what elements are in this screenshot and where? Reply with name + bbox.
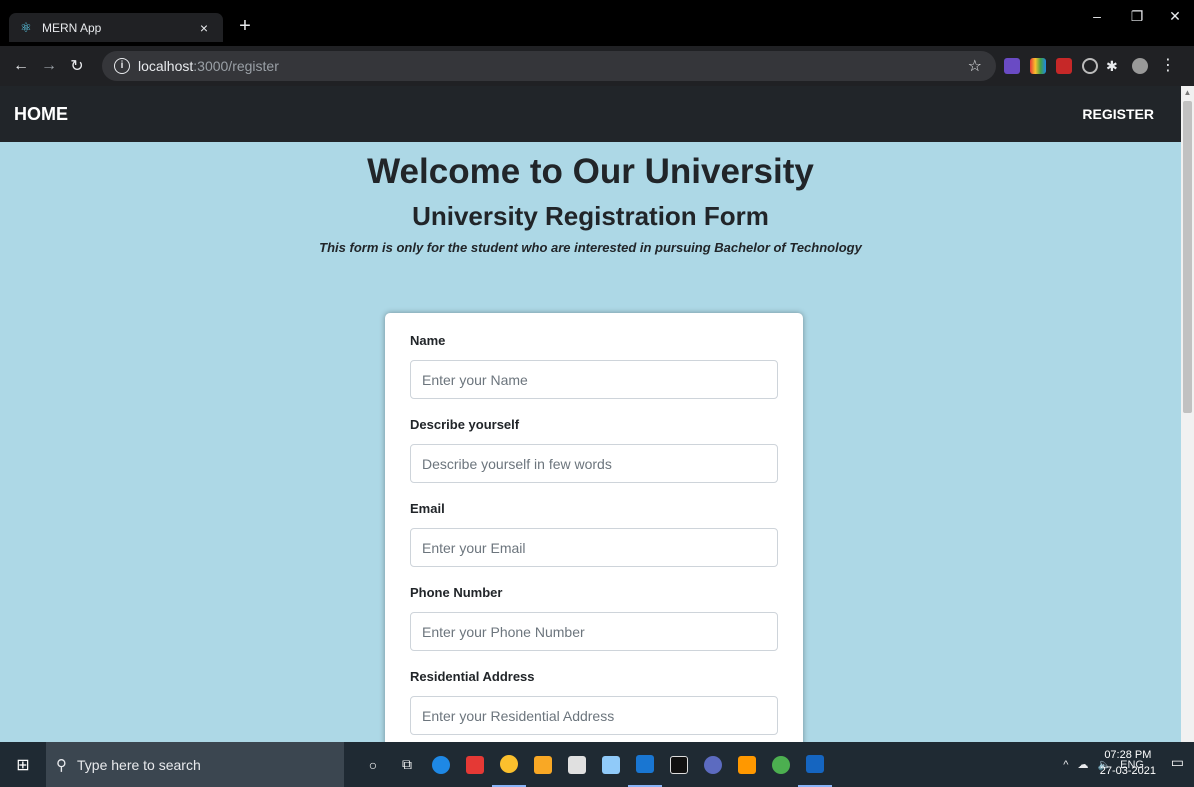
address-label: Residential Address [410,669,535,684]
eclipse-icon[interactable] [696,742,730,787]
address-bar[interactable]: i localhost:3000/register ☆ [102,51,996,81]
network-icon[interactable]: ☁ [1077,758,1088,771]
browser-menu-icon[interactable]: ⋮ [1160,58,1176,74]
tab-close-icon[interactable]: × [195,20,213,36]
site-info-icon[interactable]: i [114,58,130,74]
phone-input[interactable] [410,612,778,651]
office-icon[interactable] [458,742,492,787]
email-label: Email [410,501,445,516]
vscode-icon[interactable] [628,742,662,787]
search-icon: ⚲ [56,756,67,774]
form-subtitle: This form is only for the student who ar… [319,240,862,255]
name-label: Name [410,333,446,348]
close-window-button[interactable]: ✕ [1160,8,1190,25]
page-viewport: HOME REGISTER Welcome to Our University … [0,86,1181,742]
clock-date: 27-03-2021 [1099,765,1156,777]
profile-avatar[interactable] [1132,58,1148,74]
forward-arrow-icon[interactable]: → [38,57,60,75]
new-tab-button[interactable]: + [233,14,257,38]
browser-tabstrip: ⚛ MERN App × + – ❐ ✕ [0,0,1194,46]
back-arrow-icon[interactable]: ← [10,57,32,75]
extension-icon[interactable] [1056,58,1072,74]
extension-icon[interactable] [1030,58,1046,74]
scroll-up-icon[interactable]: ▲ [1181,86,1194,100]
chrome-icon[interactable] [492,742,526,787]
reload-icon[interactable]: ↻ [66,56,88,76]
register-link[interactable]: REGISTER [1082,106,1154,122]
browser-tab[interactable]: ⚛ MERN App × [9,13,223,42]
restore-button[interactable]: ❐ [1122,8,1152,25]
sublime-icon[interactable] [730,742,764,787]
react-favicon-icon: ⚛ [20,19,32,35]
name-input[interactable] [410,360,778,399]
browser-toolbar: ← → ↻ i localhost:3000/register ☆ ✱ ⋮ [0,46,1194,86]
registration-form-card: Name Describe yourself Email Phone Numbe… [385,313,803,742]
mongodb-icon[interactable] [764,742,798,787]
describe-input[interactable] [410,444,778,483]
terminal-icon[interactable] [662,742,696,787]
file-explorer-icon[interactable] [526,742,560,787]
page-scrollbar[interactable]: ▲ [1181,86,1194,742]
mail-icon[interactable] [594,742,628,787]
phone-label: Phone Number [410,585,503,600]
taskbar-clock[interactable]: 07:28 PM 27-03-2021 [1100,747,1156,779]
clock-time: 07:28 PM [1104,749,1152,761]
word-icon[interactable] [798,742,832,787]
email-input[interactable] [410,528,778,567]
url-host: localhost [138,58,194,74]
windows-taskbar: ⊞ ⚲ Type here to search ○ ⧉ ^ ☁ 🔈 ENG 07… [0,742,1194,787]
tab-title: MERN App [42,20,102,35]
search-placeholder: Type here to search [77,756,201,773]
url-path: :3000/register [193,58,279,74]
form-title: University Registration Form [412,201,769,231]
edge-icon[interactable] [424,742,458,787]
cortana-icon[interactable]: ○ [356,742,390,787]
scrollbar-thumb[interactable] [1183,101,1192,413]
site-navbar: HOME REGISTER [0,86,1181,142]
windows-start-icon[interactable]: ⊞ [0,742,46,787]
task-view-icon[interactable]: ⧉ [390,742,424,787]
store-icon[interactable] [560,742,594,787]
chevron-up-icon[interactable]: ^ [1063,759,1068,771]
taskbar-search[interactable]: ⚲ Type here to search [46,742,344,787]
puzzle-extensions-icon[interactable]: ✱ [1106,58,1122,74]
page-title: Welcome to Our University [367,152,814,191]
describe-label: Describe yourself [410,417,520,432]
notification-icon[interactable]: ▭ [1171,754,1184,771]
minimize-button[interactable]: – [1082,8,1112,24]
extension-icon[interactable] [1004,58,1020,74]
extension-icon[interactable] [1082,58,1098,74]
home-link[interactable]: HOME [14,104,68,125]
bookmark-star-icon[interactable]: ☆ [968,56,982,76]
address-input[interactable] [410,696,778,735]
